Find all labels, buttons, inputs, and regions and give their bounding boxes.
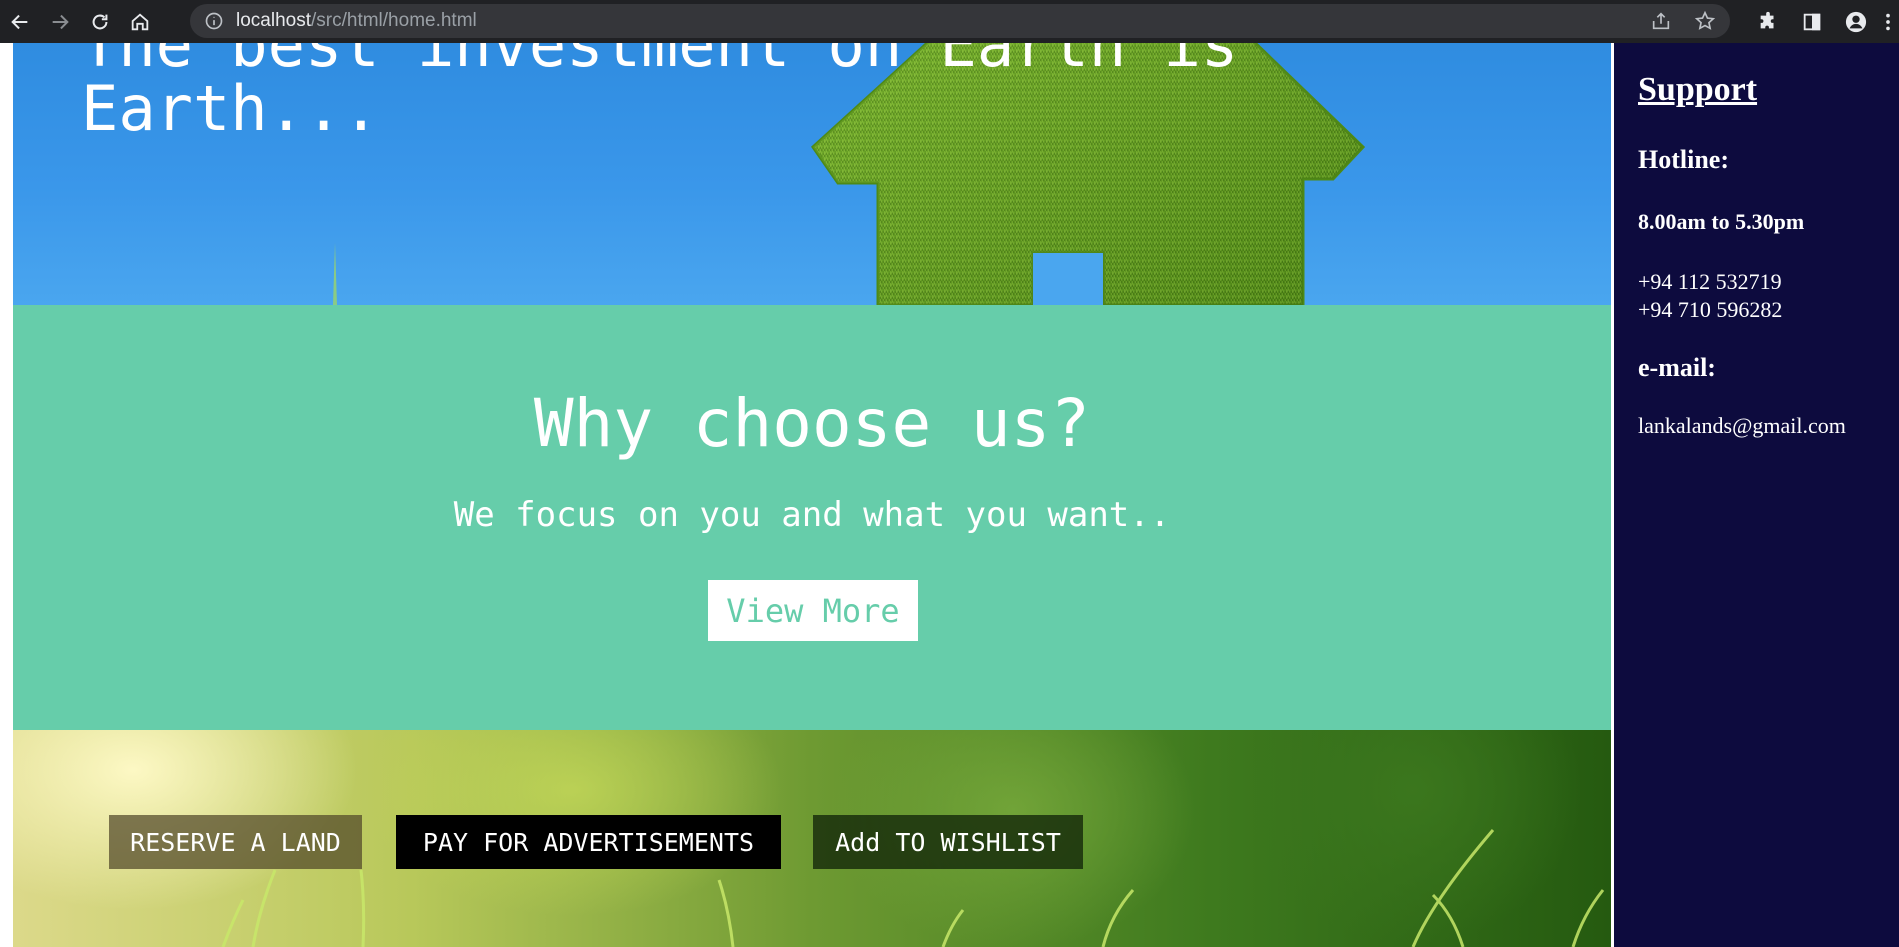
pay-for-advertisements-button[interactable]: PAY FOR ADVERTISEMENTS [396, 815, 781, 869]
why-subtitle: We focus on you and what you want.. [453, 495, 1171, 535]
support-sidebar: Support Hotline: 8.00am to 5.30pm +94 11… [1614, 43, 1899, 947]
browser-toolbar: localhost/src/html/home.html [0, 0, 1899, 43]
side-panel-icon[interactable] [1793, 5, 1831, 39]
share-icon[interactable] [1650, 10, 1672, 32]
add-to-wishlist-button[interactable]: Add TO WISHLIST [813, 815, 1083, 869]
hotline-hours: 8.00am to 5.30pm [1638, 209, 1805, 234]
email-label: e-mail: [1638, 353, 1716, 382]
url-text[interactable]: localhost/src/html/home.html [236, 10, 477, 32]
back-arrow-icon[interactable] [0, 5, 40, 39]
reserve-land-button[interactable]: RESERVE A LAND [109, 815, 362, 869]
address-bar[interactable]: localhost/src/html/home.html [190, 4, 1730, 38]
reload-icon[interactable] [80, 5, 120, 39]
view-more-button[interactable]: View More [708, 580, 918, 641]
forward-arrow-icon[interactable] [40, 5, 80, 39]
hotline-label: Hotline: [1638, 145, 1729, 174]
hero-title: The best investment on Earth is Earth... [81, 43, 1276, 145]
menu-icon[interactable] [1881, 5, 1895, 39]
home-icon[interactable] [120, 5, 160, 39]
extensions-icon[interactable] [1749, 5, 1787, 39]
profile-icon[interactable] [1837, 5, 1875, 39]
page-content: The best investment on Earth is Earth...… [13, 43, 1611, 947]
phone-number: +94 710 596282 [1638, 297, 1783, 322]
url-path: /src/html/home.html [311, 10, 477, 31]
star-icon[interactable] [1694, 10, 1716, 32]
email-address: lankalands@gmail.com [1638, 413, 1846, 438]
grass-blade-decoration [333, 243, 337, 305]
why-title: Why choose us? [533, 385, 1091, 462]
hero-section: The best investment on Earth is Earth... [13, 43, 1611, 305]
actions-banner: RESERVE A LAND PAY FOR ADVERTISEMENTS Ad… [13, 730, 1611, 947]
info-icon[interactable] [204, 11, 224, 31]
why-choose-us-section: Why choose us? We focus on you and what … [13, 305, 1611, 730]
phone-number: +94 112 532719 [1638, 269, 1782, 294]
support-title: Support [1638, 71, 1758, 108]
url-host: localhost [236, 10, 311, 31]
